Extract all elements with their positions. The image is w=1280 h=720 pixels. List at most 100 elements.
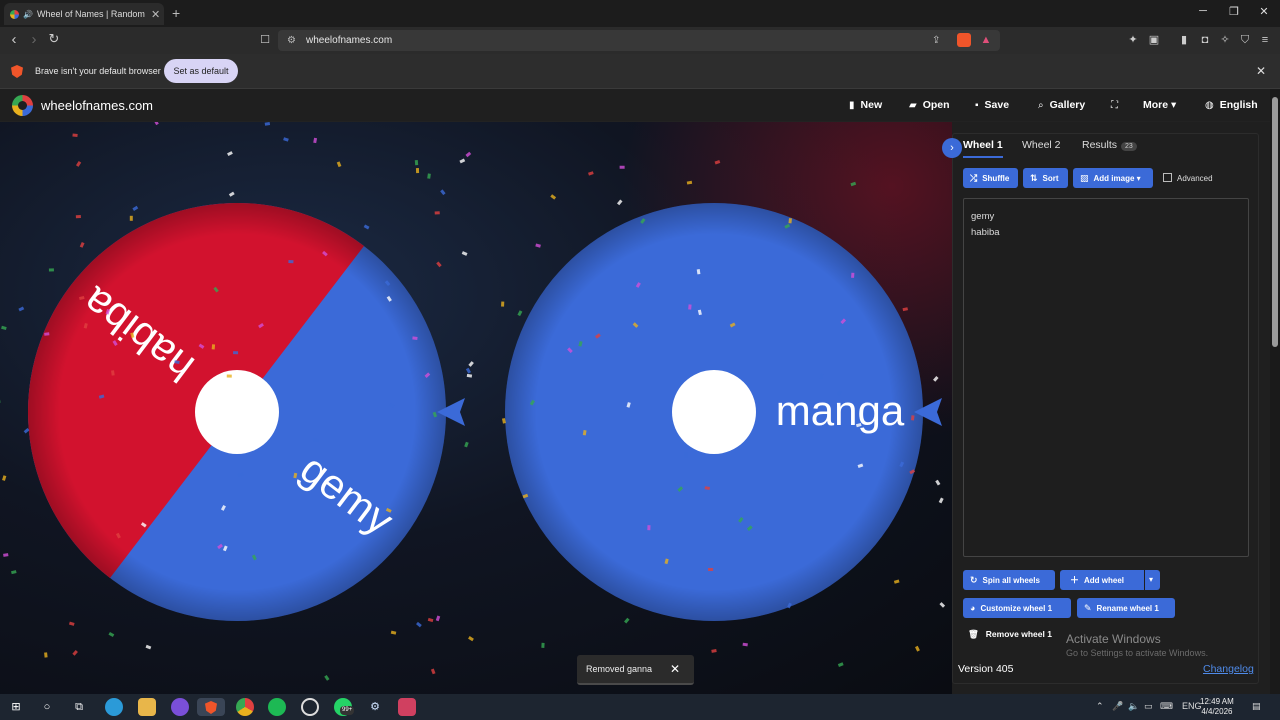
speaker-tray-icon[interactable]: 🔈 bbox=[1128, 701, 1139, 712]
speaker-icon[interactable]: 🔊 bbox=[23, 10, 33, 19]
wheel-2[interactable]: manga bbox=[505, 203, 942, 621]
tab-close-icon[interactable]: ✕ bbox=[151, 8, 160, 21]
browser-tab[interactable]: 🔊 Wheel of Names | Random na ✕ bbox=[4, 3, 164, 25]
tab-wheel-1[interactable]: Wheel 1 bbox=[963, 139, 1003, 158]
app-icon[interactable] bbox=[171, 698, 189, 716]
rewards-icon[interactable]: ▲ bbox=[979, 33, 993, 47]
media-icon[interactable]: ▣ bbox=[1147, 33, 1161, 47]
wheel-1[interactable]: habiba gemy bbox=[27, 202, 465, 621]
clock[interactable]: 12:49 AM 4/4/2026 bbox=[1200, 697, 1234, 717]
language-button[interactable]: ◍ English bbox=[1205, 99, 1258, 111]
open-button[interactable]: ▰ Open bbox=[909, 99, 950, 111]
confetti-piece bbox=[48, 268, 54, 272]
confetti-piece bbox=[468, 636, 474, 642]
tray-chevron-icon[interactable]: ⌃ bbox=[1096, 701, 1104, 712]
leo-ai-icon[interactable]: ✧ bbox=[1218, 33, 1232, 47]
more-button[interactable]: More ▾ bbox=[1143, 99, 1176, 111]
keyboard-icon[interactable]: ⌨ bbox=[1160, 701, 1173, 712]
confetti-piece bbox=[893, 579, 900, 584]
wheel-1-center[interactable] bbox=[195, 370, 279, 454]
site-brand[interactable]: wheelofnames.com bbox=[41, 98, 153, 113]
scrollbar-thumb[interactable] bbox=[1272, 97, 1278, 347]
steam-icon[interactable]: ⚙ bbox=[366, 698, 384, 716]
version-label: Version 405 bbox=[958, 663, 1014, 675]
confetti-piece bbox=[72, 650, 78, 656]
network-icon[interactable]: ▭ bbox=[1144, 701, 1153, 712]
confetti-piece bbox=[0, 399, 1, 404]
restore-button[interactable]: ❐ bbox=[1224, 5, 1244, 18]
url-field[interactable]: ⚙ wheelofnames.com ⇪ bbox=[278, 30, 1000, 51]
confetti-piece bbox=[211, 344, 216, 350]
windows-start-icon[interactable]: ⊞ bbox=[7, 698, 25, 716]
reload-button[interactable]: ↻ bbox=[45, 31, 63, 47]
collapse-panel-icon[interactable]: › bbox=[942, 138, 962, 158]
edge-icon[interactable] bbox=[105, 698, 123, 716]
wheel-2-center[interactable] bbox=[672, 370, 756, 454]
confetti-piece bbox=[313, 137, 318, 144]
confetti-piece bbox=[427, 617, 434, 623]
extensions-icon[interactable]: ✦ bbox=[1126, 33, 1140, 47]
brave-taskbar-icon[interactable] bbox=[197, 698, 225, 716]
toast-close-button[interactable]: ✕ bbox=[670, 655, 680, 683]
save-button[interactable]: ▪ Save bbox=[975, 99, 1009, 111]
confetti-piece bbox=[459, 158, 466, 164]
tab-results[interactable]: Results 23 bbox=[1082, 139, 1137, 151]
confetti-piece bbox=[79, 242, 85, 248]
page-scrollbar[interactable] bbox=[1270, 89, 1280, 694]
vpn-icon[interactable]: ⛉ bbox=[1238, 33, 1252, 47]
spotify-icon[interactable] bbox=[268, 698, 286, 716]
language-indicator[interactable]: ENG bbox=[1182, 701, 1202, 711]
site-navbar: wheelofnames.com ▮ New ▰ Open ▪ Save ⌕ Galle… bbox=[0, 89, 1270, 122]
set-as-default-button[interactable]: Set as default bbox=[164, 59, 238, 83]
remove-wheel-button[interactable]: 🗑 Remove wheel 1 bbox=[968, 629, 1052, 640]
confetti-piece bbox=[939, 602, 946, 608]
menu-icon[interactable]: ≡ bbox=[1258, 33, 1272, 47]
site-logo-icon[interactable] bbox=[12, 95, 33, 116]
customize-wheel-button[interactable]: ◕ Customize wheel 1 bbox=[963, 598, 1071, 618]
back-button[interactable]: ‹ bbox=[5, 31, 23, 48]
entries-textarea[interactable]: gemy habiba bbox=[963, 198, 1249, 557]
share-icon[interactable]: ⇪ bbox=[932, 30, 940, 51]
sort-button[interactable]: ⇅ Sort bbox=[1023, 168, 1068, 188]
results-count-badge: 23 bbox=[1121, 142, 1137, 151]
confetti-piece bbox=[434, 211, 440, 215]
add-wheel-dropdown[interactable]: ▾ bbox=[1145, 570, 1160, 590]
window-close-button[interactable]: ✕ bbox=[1254, 5, 1274, 18]
confetti-piece bbox=[145, 644, 152, 650]
task-view-icon[interactable]: ⧉ bbox=[70, 698, 88, 716]
whatsapp-icon[interactable]: 99+ bbox=[334, 698, 355, 716]
add-wheel-button[interactable]: ＋ Add wheel bbox=[1060, 570, 1144, 590]
changelog-link[interactable]: Changelog bbox=[1203, 663, 1254, 675]
new-tab-button[interactable]: + bbox=[172, 5, 180, 21]
wallet-icon[interactable]: ◘ bbox=[1198, 33, 1212, 47]
confetti-piece bbox=[75, 214, 81, 219]
brave-shields-icon[interactable] bbox=[957, 33, 971, 47]
sidebar-icon[interactable]: ▮ bbox=[1177, 33, 1191, 47]
chrome-icon[interactable] bbox=[236, 698, 254, 716]
app-icon[interactable] bbox=[301, 698, 319, 716]
fullscreen-button[interactable]: ⛶ bbox=[1111, 99, 1124, 111]
clock-time: 12:49 AM bbox=[1200, 697, 1234, 706]
file-explorer-icon[interactable] bbox=[138, 698, 156, 716]
chevron-down-icon: ▾ bbox=[1136, 174, 1141, 183]
confetti-piece bbox=[850, 181, 857, 187]
advanced-checkbox[interactable]: Advanced bbox=[1163, 173, 1213, 183]
new-button[interactable]: ▮ New bbox=[849, 99, 882, 111]
site-settings-icon[interactable]: ⚙ bbox=[287, 30, 296, 51]
bookmark-icon[interactable]: ☐ bbox=[256, 33, 274, 46]
tab-wheel-2[interactable]: Wheel 2 bbox=[1022, 139, 1061, 151]
notifications-icon[interactable]: ▤ bbox=[1252, 701, 1261, 712]
spin-all-wheels-button[interactable]: ↻ Spin all wheels bbox=[963, 570, 1055, 590]
confetti-piece bbox=[616, 199, 623, 206]
app-icon[interactable] bbox=[398, 698, 416, 716]
confetti-piece bbox=[264, 122, 271, 126]
search-icon[interactable]: ○ bbox=[38, 698, 56, 716]
add-image-button[interactable]: ▨ Add image ▾ bbox=[1073, 168, 1153, 188]
forward-button[interactable]: › bbox=[25, 31, 43, 48]
infobar-close-icon[interactable]: ✕ bbox=[1256, 64, 1266, 78]
rename-wheel-button[interactable]: ✎ Rename wheel 1 bbox=[1077, 598, 1175, 618]
gallery-button[interactable]: ⌕ Gallery bbox=[1038, 99, 1085, 111]
minimize-button[interactable]: ─ bbox=[1193, 5, 1213, 17]
mic-icon[interactable]: 🎤 bbox=[1112, 701, 1123, 712]
shuffle-button[interactable]: ⤮ Shuffle bbox=[963, 168, 1018, 188]
